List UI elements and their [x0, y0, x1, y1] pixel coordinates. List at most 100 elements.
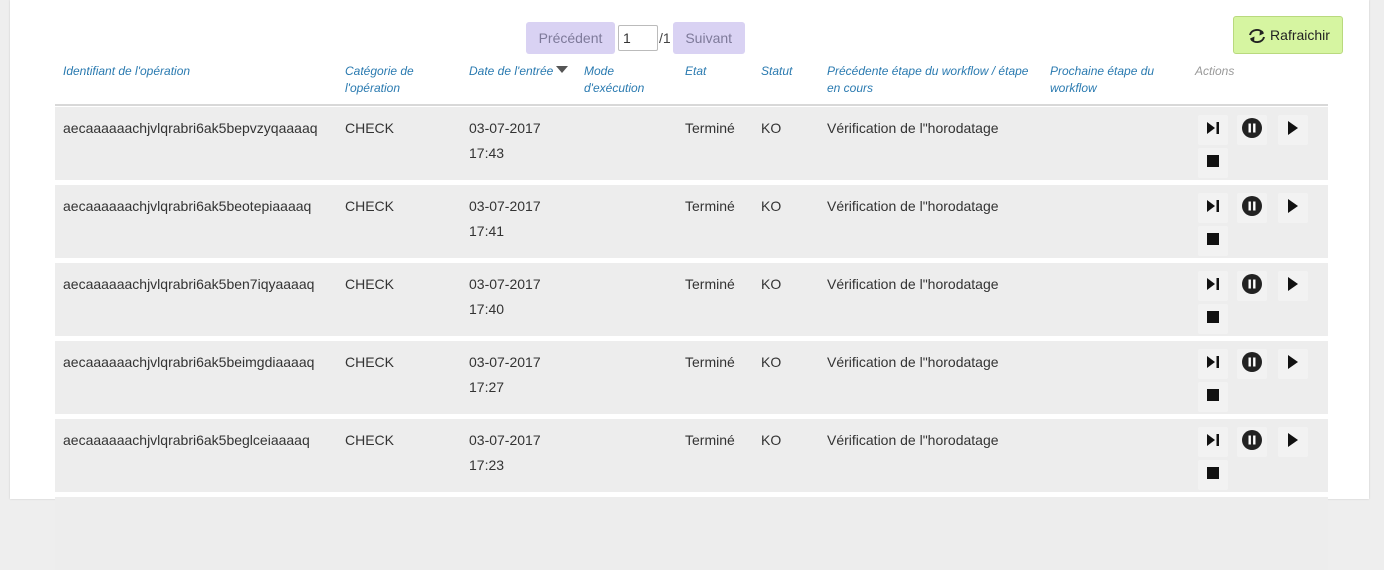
- play-button[interactable]: [1278, 193, 1308, 223]
- stop-button[interactable]: [1198, 304, 1228, 334]
- pause-button[interactable]: [1237, 427, 1267, 457]
- entry-date-day: 03-07-2017: [469, 120, 541, 136]
- entry-date-time: 17:41: [469, 223, 505, 239]
- play-button[interactable]: [1278, 271, 1308, 301]
- operation-state: Terminé: [685, 354, 735, 370]
- stop-icon: [1207, 388, 1219, 406]
- table-row[interactable]: aecaaaaaachjvlqrabri6ak5beimgdiaaaaq CHEC…: [55, 341, 1328, 414]
- stop-button[interactable]: [1198, 148, 1228, 178]
- previous-page-button[interactable]: Précédent: [526, 22, 615, 54]
- header-operation-id[interactable]: Identifiant de l'opération: [63, 63, 323, 80]
- next-step-button[interactable]: [1198, 193, 1228, 223]
- operation-state: Terminé: [685, 276, 735, 292]
- refresh-button[interactable]: Rafraichir: [1233, 16, 1343, 54]
- play-button[interactable]: [1278, 427, 1308, 457]
- play-icon: [1287, 198, 1299, 218]
- entry-date-time: 17:40: [469, 301, 505, 317]
- pause-button[interactable]: [1237, 271, 1267, 301]
- stop-button[interactable]: [1198, 460, 1228, 490]
- entry-date-day: 03-07-2017: [469, 432, 541, 448]
- pause-button[interactable]: [1237, 115, 1267, 145]
- operation-status: KO: [761, 276, 782, 292]
- pause-button[interactable]: [1237, 349, 1267, 379]
- header-entry-date[interactable]: Date de l'entrée: [469, 63, 579, 80]
- next-page-button[interactable]: Suivant: [672, 22, 745, 54]
- entry-date-time: 17:43: [469, 145, 505, 161]
- header-previous-step[interactable]: Précédente étape du workflow / étape en …: [827, 63, 1037, 97]
- header-state[interactable]: Etat: [685, 63, 745, 80]
- stop-icon: [1207, 310, 1219, 328]
- operation-id: aecaaaaaachjvlqrabri6ak5beglceiaaaaq: [63, 432, 310, 448]
- stop-icon: [1207, 232, 1219, 250]
- next-step-icon: [1206, 277, 1220, 295]
- operation-id: aecaaaaaachjvlqrabri6ak5beimgdiaaaaq: [63, 354, 315, 370]
- entry-date: 03-07-2017 17:43: [469, 116, 541, 166]
- page-total: /1: [659, 30, 671, 46]
- operation-category: CHECK: [345, 354, 395, 370]
- header-actions: Actions: [1195, 64, 1235, 78]
- entry-date: 03-07-2017 17:23: [469, 428, 541, 478]
- entry-date: 03-07-2017 17:40: [469, 272, 541, 322]
- operation-state: Terminé: [685, 120, 735, 136]
- play-icon: [1287, 354, 1299, 374]
- operation-category: CHECK: [345, 432, 395, 448]
- pause-icon: [1242, 351, 1262, 377]
- next-step-button[interactable]: [1198, 115, 1228, 145]
- operation-id: aecaaaaaachjvlqrabri6ak5ben7iqyaaaaq: [63, 276, 315, 292]
- play-icon: [1287, 120, 1299, 140]
- previous-step: Vérification de l"horodatage: [827, 198, 999, 214]
- play-icon: [1287, 432, 1299, 452]
- entry-date: 03-07-2017 17:27: [469, 350, 541, 400]
- operation-category: CHECK: [345, 198, 395, 214]
- header-operation-category[interactable]: Catégorie de l'opération: [345, 63, 445, 97]
- header-status[interactable]: Statut: [761, 63, 821, 80]
- operation-state: Terminé: [685, 198, 735, 214]
- header-entry-date-label: Date de l'entrée: [469, 64, 554, 78]
- operation-status: KO: [761, 354, 782, 370]
- stop-icon: [1207, 154, 1219, 172]
- entry-date-day: 03-07-2017: [469, 276, 541, 292]
- header-next-step[interactable]: Prochaine étape du workflow: [1050, 63, 1190, 97]
- next-step-icon: [1206, 121, 1220, 139]
- entry-date-day: 03-07-2017: [469, 198, 541, 214]
- stop-button[interactable]: [1198, 226, 1228, 256]
- next-step-button[interactable]: [1198, 349, 1228, 379]
- operation-status: KO: [761, 198, 782, 214]
- pause-icon: [1242, 195, 1262, 221]
- next-step-button[interactable]: [1198, 427, 1228, 457]
- table-row[interactable]: aecaaaaaachjvlqrabri6ak5beotepiaaaaq CHEC…: [55, 185, 1328, 258]
- operation-status: KO: [761, 120, 782, 136]
- play-icon: [1287, 276, 1299, 296]
- refresh-icon: [1246, 23, 1270, 48]
- table-row[interactable]: aecaaaaaachjvlqrabri6ak5ben7iqyaaaaq CHEC…: [55, 263, 1328, 336]
- pause-button[interactable]: [1237, 193, 1267, 223]
- header-execution-mode[interactable]: Mode d'exécution: [584, 63, 664, 97]
- pause-icon: [1242, 117, 1262, 143]
- entry-date-time: 17:23: [469, 457, 505, 473]
- previous-step: Vérification de l"horodatage: [827, 120, 999, 136]
- table-row[interactable]: aecaaaaaachjvlqrabri6ak5beglceiaaaaq CHEC…: [55, 419, 1328, 492]
- play-button[interactable]: [1278, 349, 1308, 379]
- operation-id: aecaaaaaachjvlqrabri6ak5beotepiaaaaq: [63, 198, 312, 214]
- next-step-icon: [1206, 199, 1220, 217]
- next-step-icon: [1206, 355, 1220, 373]
- operation-id: aecaaaaaachjvlqrabri6ak5bepvzyqaaaaq: [63, 120, 318, 136]
- operation-category: CHECK: [345, 276, 395, 292]
- entry-date-time: 17:27: [469, 379, 505, 395]
- header-divider: [55, 104, 1328, 106]
- table-row[interactable]: [55, 497, 1328, 570]
- pause-icon: [1242, 273, 1262, 299]
- table-row[interactable]: aecaaaaaachjvlqrabri6ak5bepvzyqaaaaq CHEC…: [55, 107, 1328, 180]
- previous-step: Vérification de l"horodatage: [827, 276, 999, 292]
- previous-step: Vérification de l"horodatage: [827, 354, 999, 370]
- pause-icon: [1242, 429, 1262, 455]
- stop-button[interactable]: [1198, 382, 1228, 412]
- previous-step: Vérification de l"horodatage: [827, 432, 999, 448]
- play-button[interactable]: [1278, 115, 1308, 145]
- operation-state: Terminé: [685, 432, 735, 448]
- entry-date-day: 03-07-2017: [469, 354, 541, 370]
- page-number-input[interactable]: [618, 25, 658, 51]
- next-step-button[interactable]: [1198, 271, 1228, 301]
- operation-category: CHECK: [345, 120, 395, 136]
- entry-date: 03-07-2017 17:41: [469, 194, 541, 244]
